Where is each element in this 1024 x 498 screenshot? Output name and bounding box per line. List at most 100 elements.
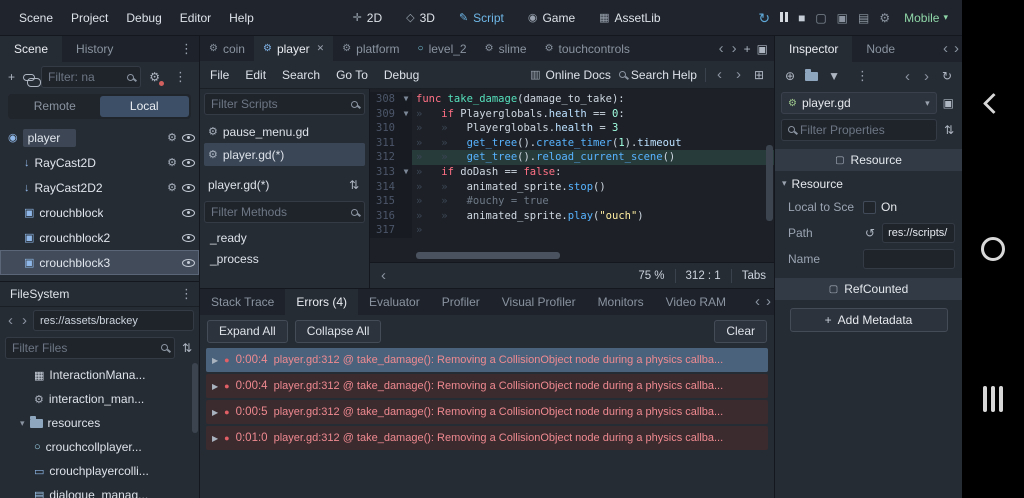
code-line-317[interactable]: 317 » [370, 223, 774, 238]
renderer-select[interactable]: Mobile ▾ [900, 8, 952, 28]
workspace-3d[interactable]: ◇ 3D [396, 7, 445, 29]
inspector-prev-icon[interactable]: ‹ [940, 36, 951, 62]
fold-arrow-icon[interactable]: ▼ [400, 164, 412, 180]
scroll-left-icon[interactable]: ‹ [378, 268, 389, 283]
fold-arrow-icon[interactable]: ▼ [400, 92, 412, 107]
resource-class-bar[interactable]: ▢ Resource [775, 149, 962, 171]
code-line-312[interactable]: 312 » » get_tree().reload_current_scene() [370, 150, 774, 165]
tabs-prev-icon[interactable]: ‹ [716, 41, 727, 56]
file-item-interaction-man[interactable]: ⚙ interaction_man... [0, 387, 199, 411]
debugger-tab-visual-profiler[interactable]: Visual Profiler [491, 289, 587, 315]
float-panel-icon[interactable]: ⊞ [752, 67, 766, 83]
workspace-assetlib[interactable]: ▦ AssetLib [589, 7, 670, 29]
script-tab-platform[interactable]: ⚙ platform [333, 36, 408, 61]
code-line-311[interactable]: 311 » » get_tree().create_timer(1).timeou… [370, 135, 774, 151]
filter-scripts-input[interactable]: Filter Scripts [204, 93, 365, 115]
object-selector[interactable]: ⚙ player.gd ▾ [781, 92, 937, 114]
script-icon[interactable]: ⚙ [167, 181, 177, 194]
hscroll-thumb[interactable] [416, 252, 561, 259]
method-item-ready[interactable]: _ready [204, 228, 365, 249]
add-metadata-button[interactable]: + Add Metadata [789, 308, 948, 332]
debugger-next-icon[interactable]: › [763, 289, 774, 315]
revert-icon[interactable]: ↺ [863, 225, 877, 241]
error-row-3[interactable]: ▶ ● 0:00:5 player.gd:312 @ take_damage(): R… [206, 400, 768, 424]
sort-files-icon[interactable]: ⇅ [180, 340, 194, 356]
reload-project-icon[interactable]: ↻ [758, 11, 770, 25]
code-line-308[interactable]: 308 ▼ func take_damage(damage_to_take): [370, 92, 774, 107]
remote-debug-icon[interactable]: ▢ [815, 12, 826, 24]
nav-back-icon[interactable]: ‹ [5, 313, 16, 328]
scene-more-icon[interactable]: ⋮ [168, 64, 193, 90]
filter-methods-input[interactable]: Filter Methods [204, 201, 365, 223]
expand-arrow-icon[interactable]: ▶ [212, 408, 218, 417]
inspector-history-back-icon[interactable]: ‹ [902, 69, 913, 84]
local-button[interactable]: Local [99, 96, 189, 117]
vertical-scrollbar[interactable] [766, 91, 773, 250]
filesystem-title[interactable]: FileSystem [0, 287, 79, 301]
method-item-process[interactable]: _process [204, 249, 365, 270]
run-instances-icon[interactable]: ▤ [858, 12, 869, 24]
zoom-level[interactable]: 75 % [638, 270, 664, 282]
online-docs-button[interactable]: ▥ Online Docs [530, 68, 611, 82]
script-item-pause-menu-gd[interactable]: ⚙ pause_menu.gd [204, 120, 365, 143]
search-help-button[interactable]: Search Help [618, 68, 697, 82]
menu-project[interactable]: Project [62, 7, 117, 29]
current-script-display[interactable]: player.gd(*) ⇅ [204, 173, 365, 196]
expand-arrow-icon[interactable]: ▾ [20, 418, 25, 429]
visibility-eye-icon[interactable] [182, 233, 195, 242]
code-line-309[interactable]: 309 ▼ » if Playerglobals.health == 0: [370, 106, 774, 122]
expand-arrow-icon[interactable]: ▶ [212, 382, 218, 391]
error-row-4[interactable]: ▶ ● 0:01:0 player.gd:312 @ take_damage(): R… [206, 426, 768, 450]
script-icon[interactable]: ⚙ [167, 131, 177, 144]
code-line-313[interactable]: 313 ▼ » if doDash == false: [370, 164, 774, 180]
file-item-crouchcollplayer[interactable]: ○ crouchcollplayer... [0, 435, 199, 459]
scene-node-raycast2d[interactable]: ↓ RayCast2D ⚙ [0, 150, 199, 175]
resource-extra-icon[interactable]: ▣ [941, 95, 956, 111]
history-back-icon[interactable]: ‹ [714, 67, 725, 82]
menu-debug[interactable]: Debug [117, 7, 170, 29]
file-item-interactionmana[interactable]: ▦ InteractionMana... [0, 363, 199, 387]
object-history-icon[interactable]: ↻ [940, 68, 954, 84]
expand-arrow-icon[interactable]: ▶ [212, 356, 218, 365]
fold-arrow-icon[interactable]: ▼ [400, 106, 412, 122]
debugger-tab-stack-trace[interactable]: Stack Trace [200, 289, 285, 315]
close-icon[interactable]: ✕ [317, 43, 325, 54]
debugger-tab-profiler[interactable]: Profiler [431, 289, 491, 315]
script-tab-touchcontrols[interactable]: ⚙ touchcontrols [536, 36, 639, 61]
attach-script-icon[interactable]: ⚙ [147, 69, 164, 86]
line-col-indicator[interactable]: 312 : 1 [686, 270, 721, 282]
visibility-eye-icon[interactable] [182, 208, 195, 217]
android-back-icon[interactable] [982, 92, 1004, 115]
visibility-eye-icon[interactable] [182, 133, 195, 142]
script-tab-slime[interactable]: ⚙ slime [476, 36, 536, 61]
scene-node-crouchblock[interactable]: ▣ crouchblock [0, 200, 199, 225]
property-tools-icon[interactable]: ⇅ [942, 122, 956, 138]
script-tab-player[interactable]: ⚙ player ✕ [253, 36, 334, 61]
filesystem-scrollbar[interactable] [192, 363, 198, 433]
menu-edit[interactable]: Edit [237, 64, 274, 86]
error-row-2[interactable]: ▶ ● 0:00:4 player.gd:312 @ take_damage(): R… [206, 374, 768, 398]
indent-mode[interactable]: Tabs [742, 270, 766, 282]
debugger-tab-evaluator[interactable]: Evaluator [358, 289, 431, 315]
android-home-icon[interactable] [981, 236, 1005, 261]
expand-arrow-icon[interactable]: ▶ [212, 434, 218, 443]
nav-forward-icon[interactable]: › [19, 313, 30, 328]
script-tab-coin[interactable]: ⚙ coin [200, 36, 254, 61]
scene-node-player[interactable]: ◉ player ⚙ [0, 125, 199, 150]
window-list-icon[interactable]: ▣ [755, 41, 770, 57]
scene-panel-menu-icon[interactable]: ⋮ [174, 36, 199, 62]
collapse-all-button[interactable]: Collapse All [294, 319, 382, 343]
menu-help[interactable]: Help [220, 7, 263, 29]
error-row-1[interactable]: ▶ ● 0:00:4 player.gd:312 @ take_damage(): R… [206, 348, 768, 372]
vscroll-thumb[interactable] [766, 145, 773, 222]
resource-menu-icon[interactable]: ⋮ [850, 63, 875, 89]
scene-node-crouchblock2[interactable]: ▣ crouchblock2 [0, 225, 199, 250]
tabs-next-icon[interactable]: › [729, 41, 740, 56]
menu-scene[interactable]: Scene [10, 7, 62, 29]
filesystem-menu-icon[interactable]: ⋮ [174, 281, 199, 307]
load-resource-folder-icon[interactable] [805, 68, 819, 81]
history-forward-icon[interactable]: › [733, 67, 744, 82]
code-line-314[interactable]: 314 » » animated_sprite.stop() [370, 179, 774, 195]
menu-file[interactable]: File [202, 64, 237, 86]
code-editor[interactable]: 308 ▼ func take_damage(damage_to_take): 309… [370, 89, 774, 262]
